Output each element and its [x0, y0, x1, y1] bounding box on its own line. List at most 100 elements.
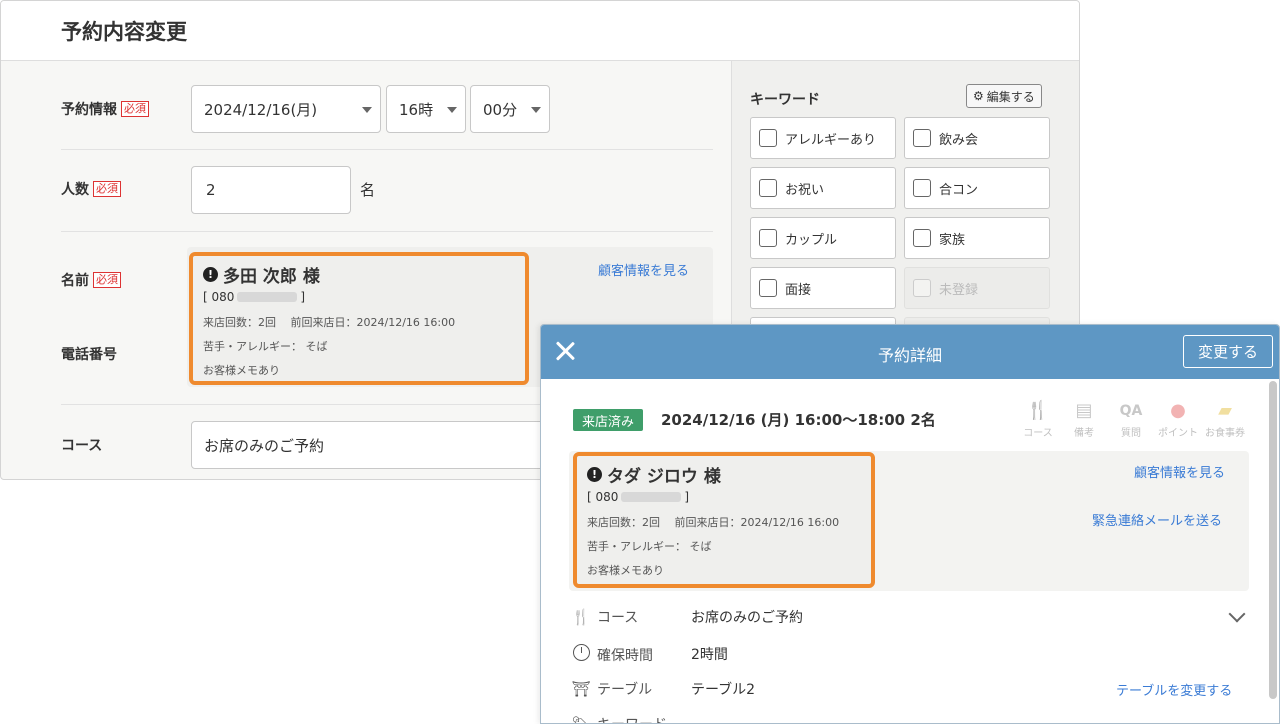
point-tool-label: ポイント	[1158, 428, 1198, 439]
chevron-down-icon[interactable]	[1228, 605, 1246, 623]
point-tool[interactable]: ● ポイント	[1153, 399, 1203, 439]
emergency-mail-link[interactable]: 緊急連絡メールを送る	[1092, 510, 1222, 529]
required-badge: 必須	[93, 272, 121, 288]
customer-memo-flag: お客様メモあり	[203, 364, 280, 377]
course-tool-label: コース	[1023, 428, 1053, 439]
keyword-title: キーワード	[750, 92, 820, 108]
chevron-down-icon	[531, 107, 541, 113]
edit-keywords-button[interactable]: ⚙ 編集する	[966, 84, 1042, 108]
customer-name-text: タダ ジロウ 様	[607, 467, 721, 487]
party-size-unit: 名	[360, 181, 376, 199]
keyword-checkbox[interactable]: お祝い	[750, 167, 896, 209]
minute-select-value: 00分	[483, 100, 518, 119]
modal-title: 予約詳細	[877, 346, 942, 365]
status-badge: 来店済み	[573, 409, 644, 431]
required-badge: 必須	[121, 101, 149, 117]
chevron-down-icon	[447, 107, 457, 113]
keyword-checkbox-disabled: 未登録	[904, 267, 1050, 309]
keyword-checkbox[interactable]: 家族	[904, 217, 1050, 259]
divider	[61, 149, 713, 150]
point-icon: ●	[1170, 400, 1186, 421]
required-badge: 必須	[93, 181, 121, 197]
customer-phone: [ 080 ]	[203, 290, 305, 304]
course-label: コース	[61, 438, 103, 454]
scrollbar[interactable]	[1269, 381, 1277, 699]
reservation-info-text: 予約情報	[61, 102, 117, 118]
checkbox-icon	[913, 229, 931, 247]
phone-suffix: ]	[300, 290, 306, 304]
memo-tool[interactable]: ▤ 備考	[1059, 399, 1109, 439]
keyword-checkbox[interactable]: 合コン	[904, 167, 1050, 209]
duration-label: 確保時間	[597, 647, 653, 664]
memo-tool-label: 備考	[1074, 428, 1094, 439]
clock-icon-wrap	[571, 644, 591, 665]
duration-value: 2時間	[691, 647, 728, 663]
edit-keywords-label: 編集する	[986, 89, 1035, 104]
checkbox-icon	[913, 179, 931, 197]
allergy-info: 苦手・アレルギー： そば	[203, 340, 328, 353]
change-table-link[interactable]: テーブルを変更する	[1116, 680, 1232, 699]
phone-prefix: [ 080	[587, 490, 619, 504]
keyword-label: カップル	[785, 232, 838, 248]
meal-ticket-tool[interactable]: ▰ お食事券	[1200, 399, 1250, 439]
masked-phone	[621, 492, 682, 502]
clock-icon	[572, 644, 590, 661]
customer-phone: [ 080 ]	[587, 490, 689, 504]
view-customer-link[interactable]: 顧客情報を見る	[598, 260, 689, 279]
keyword-label: アレルギーあり	[785, 132, 877, 148]
keyword-checkbox[interactable]: 面接	[750, 267, 896, 309]
qa-tool[interactable]: QA 質問	[1106, 399, 1156, 439]
minute-select[interactable]: 00分	[470, 85, 550, 133]
reservation-detail-modal: 予約詳細 変更する 来店済み 2024/12/16 (月) 16:00〜18:0…	[540, 324, 1280, 724]
keyword-checkbox[interactable]: カップル	[750, 217, 896, 259]
alert-icon: !	[203, 267, 218, 282]
hour-select[interactable]: 16時	[386, 85, 466, 133]
course-label: コース	[597, 610, 639, 626]
alert-icon: !	[587, 467, 602, 482]
keyword-label: キーワード	[597, 714, 667, 723]
keyword-label: 合コン	[939, 182, 979, 198]
qa-tool-label: 質問	[1121, 428, 1141, 439]
allergy-info: 苦手・アレルギー： そば	[587, 540, 712, 553]
meal-ticket-tool-label: お食事券	[1205, 428, 1245, 439]
party-size-input[interactable]: 2	[191, 166, 351, 214]
customer-card[interactable]: ! 多田 次郎 様 [ 080 ] 来店回数：2回 前回来店日：2024/12/…	[189, 252, 529, 385]
duration-row: 確保時間	[571, 644, 653, 665]
page-title: 予約内容変更	[61, 20, 187, 44]
customer-card[interactable]: ! タダ ジロウ 様 [ 080 ] 来店回数：2回 前回来店日：2024/12…	[573, 452, 875, 588]
keyword-label: お祝い	[785, 182, 825, 198]
checkbox-icon	[913, 279, 931, 297]
visit-history: 来店回数：2回 前回来店日：2024/12/16 16:00	[203, 316, 456, 329]
change-button[interactable]: 変更する	[1183, 335, 1273, 368]
modal-header: 予約詳細 変更する	[541, 325, 1279, 379]
utensils-icon: 🍴	[571, 608, 591, 626]
keyword-label: 飲み会	[939, 132, 979, 148]
masked-phone	[237, 292, 298, 302]
table-label: テーブル	[597, 682, 653, 698]
checkbox-icon	[759, 129, 777, 147]
phone-suffix: ]	[684, 490, 690, 504]
gear-icon: ⚙	[973, 89, 984, 103]
keyword-label: 家族	[939, 232, 966, 248]
keyword-label: 未登録	[939, 282, 979, 298]
keyword-checkbox[interactable]: 飲み会	[904, 117, 1050, 159]
table-row: ⛩ テーブル	[571, 679, 652, 699]
party-size-label: 人数 必須	[61, 179, 121, 199]
keyword-row: 🏷 キーワード	[571, 714, 667, 723]
keyword-checkbox[interactable]: アレルギーあり	[750, 117, 896, 159]
checkbox-icon	[759, 229, 777, 247]
party-size-text: 人数	[61, 182, 89, 198]
keyword-label: 面接	[785, 282, 812, 298]
date-select[interactable]: 2024/12/16(月)	[191, 85, 381, 133]
form-header: 予約内容変更	[1, 1, 1079, 61]
view-customer-link[interactable]: 顧客情報を見る	[1134, 462, 1225, 481]
customer-name-text: 多田 次郎 様	[223, 267, 320, 287]
customer-name: ! タダ ジロウ 様	[587, 462, 721, 487]
course-row: 🍴 コース	[571, 607, 639, 627]
course-tool[interactable]: 🍴 コース	[1013, 399, 1063, 439]
table-value: テーブル2	[691, 682, 756, 698]
name-label-text: 名前	[61, 273, 89, 289]
course-value: お席のみのご予約	[691, 610, 803, 626]
reservation-summary: 2024/12/16 (月) 16:00〜18:00 2名	[661, 411, 936, 429]
utensils-icon: 🍴	[1026, 400, 1050, 421]
